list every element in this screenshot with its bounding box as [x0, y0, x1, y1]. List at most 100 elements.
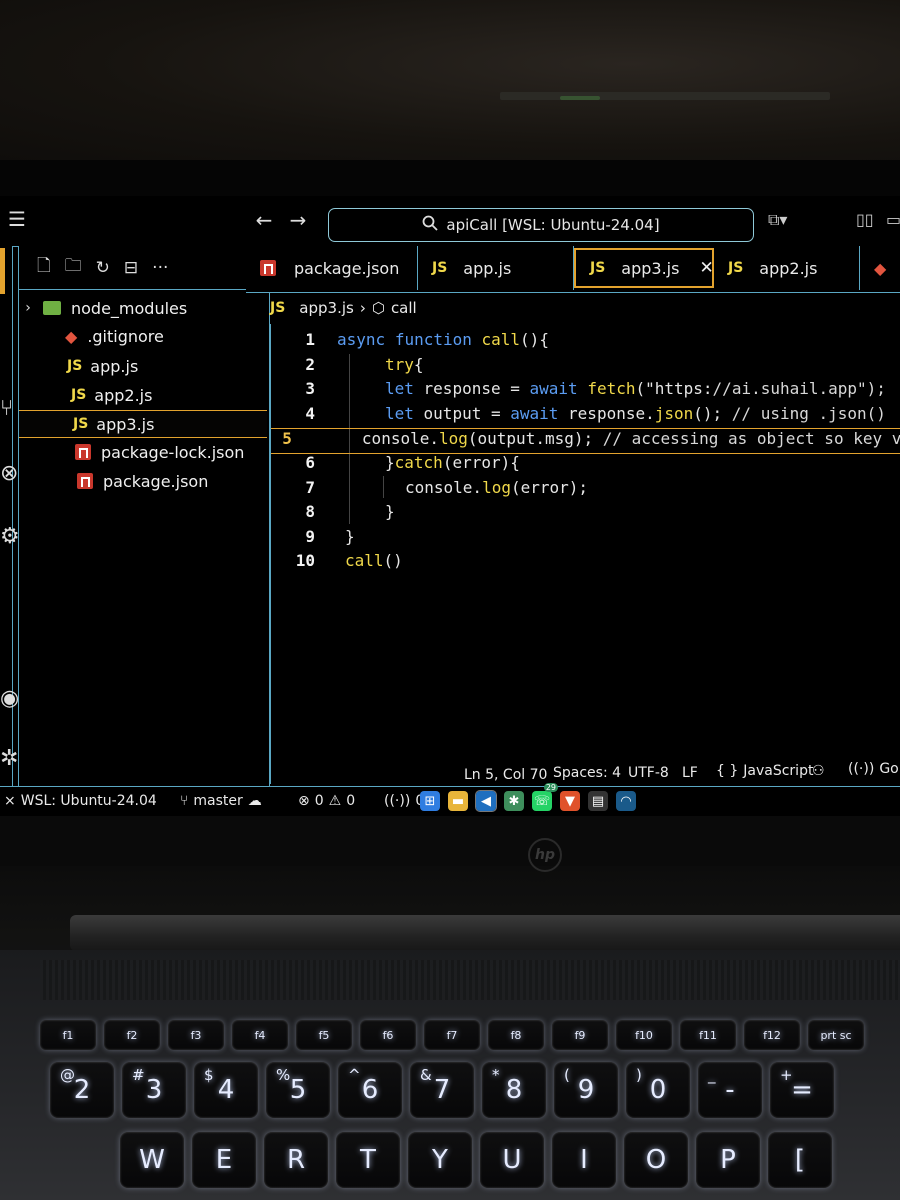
code-line[interactable]: 1 async function call(){ — [271, 330, 900, 354]
layout-icon[interactable]: ▯▯ — [856, 210, 874, 229]
code-line[interactable]: 6}catch(error){ — [271, 453, 900, 477]
tree-item-package-json[interactable]: package.json — [19, 467, 267, 495]
tab-overflow[interactable]: ◆ — [860, 246, 900, 290]
line-code: } — [345, 526, 355, 546]
key-symbol: ( — [564, 1066, 570, 1084]
line-code: try{ — [385, 354, 424, 374]
problems-indicator[interactable]: ⊗ 0 ⚠ 0 — [298, 793, 355, 809]
whatsapp-icon[interactable]: ☏ 29 — [532, 783, 558, 811]
js-icon: JS — [432, 260, 448, 276]
layout-panel-icon[interactable]: ▭ — [886, 210, 900, 229]
indentation[interactable]: Spaces: 4 — [553, 765, 621, 781]
key-symbol: + — [780, 1066, 793, 1084]
copilot-status-icon[interactable]: ⚇ — [812, 763, 825, 779]
code-editor[interactable]: 1 async function call(){2 try{3 let respons… — [270, 324, 900, 784]
tree-item-label: app.js — [90, 356, 139, 376]
code-line[interactable]: 10 call() — [271, 551, 900, 575]
line-ending[interactable]: LF — [682, 765, 698, 781]
tree-item-label: package-lock.json — [101, 442, 245, 462]
tab-package-json[interactable]: package.json — [246, 246, 418, 290]
ports-indicator[interactable]: ((·)) 0 — [384, 793, 424, 809]
hamburger-menu-icon[interactable]: ☰ — [6, 208, 28, 230]
tree-item-app-js[interactable]: JS app.js — [19, 352, 267, 380]
vscode-icon[interactable]: ◀ — [475, 790, 497, 812]
source-control-icon[interactable]: ⑂ — [0, 396, 13, 421]
code-line[interactable]: 2 try{ — [271, 355, 900, 379]
windows-start-icon[interactable]: ⊞ — [420, 791, 440, 811]
windows-taskbar: ⊞ ▬ ◀ ✱ ☏ 29 ▼ ▤ ◠ — [420, 783, 636, 814]
key-label: 4 — [217, 1075, 235, 1105]
encoding[interactable]: UTF-8 — [628, 765, 669, 781]
code-line[interactable]: 8} — [271, 502, 900, 526]
tree-item-gitignore[interactable]: ◆ .gitignore — [19, 322, 267, 350]
remote-label: WSL: Ubuntu-24.04 — [20, 793, 157, 809]
line-code: let output = await response.json(); // u… — [385, 403, 886, 423]
language-mode[interactable]: { } JavaScript — [716, 763, 813, 779]
key-f1: f1 — [40, 1020, 96, 1050]
key-0: ) 0 — [626, 1062, 690, 1118]
key-I: I — [552, 1132, 616, 1188]
forward-arrow-icon[interactable]: → — [286, 208, 310, 232]
key-symbol: # — [132, 1066, 145, 1084]
remote-indicator[interactable]: ⨯ WSL: Ubuntu-24.04 — [4, 793, 157, 809]
key--: _ - — [698, 1062, 762, 1118]
key-7: & 7 — [410, 1062, 474, 1118]
command-center-search[interactable]: apiCall [WSL: Ubuntu-24.04] — [328, 208, 754, 242]
key-symbol: & — [420, 1066, 432, 1084]
go-live-button[interactable]: ((·)) Go Liv — [848, 761, 900, 777]
key-8: * 8 — [482, 1062, 546, 1118]
line-code: console.log(output.msg); // accessing as… — [361, 429, 900, 449]
brave-icon[interactable]: ▼ — [560, 791, 580, 811]
code-line[interactable]: 4 let output = await response.json(); // … — [271, 404, 900, 428]
network-icon[interactable]: ◠ — [616, 791, 636, 811]
branch-indicator[interactable]: ⑂ master ☁ — [180, 793, 262, 809]
code-line[interactable]: 7 console.log(error); — [271, 478, 900, 502]
back-arrow-icon[interactable]: ← — [252, 208, 276, 232]
key-prt-sc: prt sc — [808, 1020, 864, 1050]
code-line[interactable]: 5 console.log(output.msg); // accessing a… — [271, 428, 900, 455]
file-explorer-icon[interactable]: ▬ — [448, 791, 468, 811]
collapse-all-icon[interactable]: ⊟ — [124, 258, 138, 278]
key-label: 0 — [649, 1075, 667, 1105]
broadcast-icon: ((·)) — [848, 761, 875, 777]
code-line[interactable]: 9} — [271, 527, 900, 551]
copilot-icon[interactable]: ⧉▾ — [768, 210, 787, 230]
error-icon: ⊗ — [298, 793, 310, 809]
more-actions-icon[interactable]: ··· — [152, 258, 168, 278]
breadcrumb-file[interactable]: app3.js — [299, 299, 354, 317]
tab-app-js[interactable]: JS app.js — [418, 246, 574, 290]
tab-app2-js[interactable]: JS app2.js — [714, 246, 860, 290]
tree-item-package-lock-json[interactable]: package-lock.json — [19, 438, 267, 466]
notification-badge: 29 — [543, 783, 558, 792]
npm-icon — [260, 260, 276, 276]
settings-gear-icon[interactable]: ✲ — [0, 746, 18, 771]
search-icon — [422, 215, 439, 235]
line-number: 6 — [305, 453, 315, 472]
new-file-icon[interactable]: 🗋 — [37, 253, 51, 282]
tab-label: app.js — [463, 258, 512, 278]
tree-item-app2-js[interactable]: JS app2.js — [19, 381, 267, 409]
branch-label: master — [193, 793, 243, 809]
terminal-icon[interactable]: ▤ — [588, 791, 608, 811]
debug-icon[interactable]: ⊗ — [0, 461, 18, 486]
tree-item-app3-js[interactable]: JS app3.js — [19, 410, 267, 438]
close-tab-icon[interactable]: ✕ — [699, 258, 713, 278]
braces-icon: { } — [716, 763, 739, 779]
key-symbol: $ — [204, 1066, 214, 1084]
key-f11: f11 — [680, 1020, 736, 1050]
account-icon[interactable]: ◉ — [0, 686, 19, 711]
breadcrumb-symbol[interactable]: call — [391, 299, 417, 317]
key-f4: f4 — [232, 1020, 288, 1050]
refresh-icon[interactable]: ↻ — [96, 258, 110, 278]
new-folder-icon[interactable]: 🗀 — [65, 253, 82, 282]
tab-app3-js[interactable]: JS app3.js ✕ — [574, 248, 714, 288]
remote-icon: ⨯ — [4, 793, 16, 809]
code-line[interactable]: 3 let response = await fetch("https://ai.… — [271, 379, 900, 403]
key-label: 2 — [73, 1075, 91, 1105]
tree-item-node-modules[interactable]: › node_modules — [19, 294, 267, 322]
cursor-position[interactable]: Ln 5, Col 70 — [464, 767, 547, 783]
tree-item-label: .gitignore — [87, 326, 164, 346]
extensions-icon[interactable]: ⚙ — [0, 524, 20, 549]
key-symbol: * — [492, 1066, 500, 1084]
slack-icon[interactable]: ✱ — [504, 791, 524, 811]
